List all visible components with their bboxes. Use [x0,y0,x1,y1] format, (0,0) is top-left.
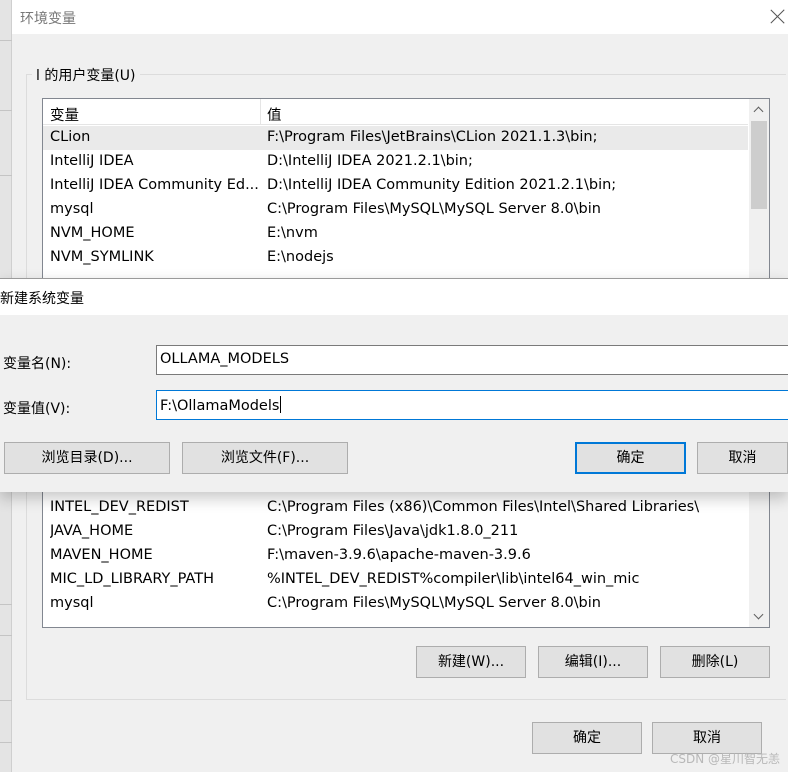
system-var-row[interactable]: MAVEN_HOME F:\maven-3.9.6\apache-maven-3… [43,544,748,568]
browse-directory-button[interactable]: 浏览目录(D)... [4,442,170,474]
var-name: CLion [50,129,91,145]
new-var-title: 新建系统变量 [0,291,84,307]
variable-value-text: F:\OllamaModels [160,398,280,414]
new-system-variable-dialog: 新建系统变量 变量名(N): OLLAMA_MODELS 变量值(V): F:\… [0,278,788,492]
system-var-row[interactable]: MIC_LD_LIBRARY_PATH %INTEL_DEV_REDIST%co… [43,568,748,592]
delete-variable-button[interactable]: 删除(L) [660,646,770,678]
user-variables-label: l 的用户变量(U) [32,65,140,85]
new-variable-button[interactable]: 新建(W)... [416,646,526,678]
env-ok-button[interactable]: 确定 [532,722,642,754]
user-var-row[interactable]: CLion F:\Program Files\JetBrains\CLion 2… [43,126,748,150]
variable-value-label: 变量值(V): [3,401,71,417]
variable-name-text: OLLAMA_MODELS [160,351,290,367]
var-name: MAVEN_HOME [50,547,153,563]
new-var-cancel-button[interactable]: 取消 [697,442,788,474]
var-value: D:\IntelliJ IDEA Community Edition 2021.… [267,177,617,193]
system-var-row[interactable]: INTEL_DEV_REDIST C:\Program Files (x86)\… [43,496,748,520]
var-value: %INTEL_DEV_REDIST%compiler\lib\intel64_w… [267,571,640,587]
var-value: D:\IntelliJ IDEA 2021.2.1\bin; [267,153,473,169]
var-value: C:\Program Files\MySQL\MySQL Server 8.0\… [267,201,601,217]
system-var-row[interactable]: JAVA_HOME C:\Program Files\Java\jdk1.8.0… [43,520,748,544]
scroll-up-icon[interactable] [749,99,769,121]
var-value: C:\Program Files (x86)\Common Files\Inte… [267,499,700,515]
column-divider[interactable] [260,99,261,125]
variable-value-input[interactable]: F:\OllamaModels [156,390,788,420]
var-value: F:\maven-3.9.6\apache-maven-3.9.6 [267,547,531,563]
var-name: IntelliJ IDEA [50,153,134,169]
edit-variable-button[interactable]: 编辑(I)... [538,646,648,678]
var-value: C:\Program Files\MySQL\MySQL Server 8.0\… [267,595,601,611]
var-value: F:\Program Files\JetBrains\CLion 2021.1.… [267,129,598,145]
close-icon[interactable] [768,7,788,27]
var-value: C:\Program Files\Java\jdk1.8.0_211 [267,523,519,539]
var-value: E:\nodejs [267,249,334,265]
var-name: NVM_SYMLINK [50,249,154,265]
new-var-ok-button[interactable]: 确定 [575,442,686,474]
var-name: JAVA_HOME [50,523,134,539]
user-var-row[interactable]: IntelliJ IDEA D:\IntelliJ IDEA 2021.2.1\… [43,150,748,174]
user-var-row[interactable]: NVM_SYMLINK E:\nodejs [43,246,748,270]
variable-name-label: 变量名(N): [3,356,72,372]
variable-name-input[interactable]: OLLAMA_MODELS [156,345,788,375]
var-name: INTEL_DEV_REDIST [50,499,189,515]
user-var-row[interactable]: mysql C:\Program Files\MySQL\MySQL Serve… [43,198,748,222]
text-caret [280,396,282,413]
var-value: E:\nvm [267,225,318,241]
var-name: mysql [50,595,94,611]
var-name: mysql [50,201,94,217]
env-titlebar: 环境变量 [12,0,788,34]
list-header: 变量 值 [43,99,748,125]
watermark: CSDN @星川智无恙 [669,752,780,766]
column-header-name[interactable]: 变量 [50,104,79,125]
scrollbar-thumb[interactable] [751,121,767,209]
user-var-row[interactable]: IntelliJ IDEA Community Ed... D:\Intelli… [43,174,748,198]
user-var-row[interactable]: NVM_HOME E:\nvm [43,222,748,246]
var-name: MIC_LD_LIBRARY_PATH [50,571,214,587]
system-var-row[interactable]: mysql C:\Program Files\MySQL\MySQL Serve… [43,592,748,616]
browse-file-button[interactable]: 浏览文件(F)... [182,442,348,474]
env-title: 环境变量 [20,11,76,27]
new-var-titlebar: 新建系统变量 [0,279,788,315]
var-name: IntelliJ IDEA Community Ed... [50,177,258,193]
column-header-value[interactable]: 值 [267,104,282,125]
var-name: NVM_HOME [50,225,135,241]
scroll-down-icon[interactable] [749,605,769,627]
